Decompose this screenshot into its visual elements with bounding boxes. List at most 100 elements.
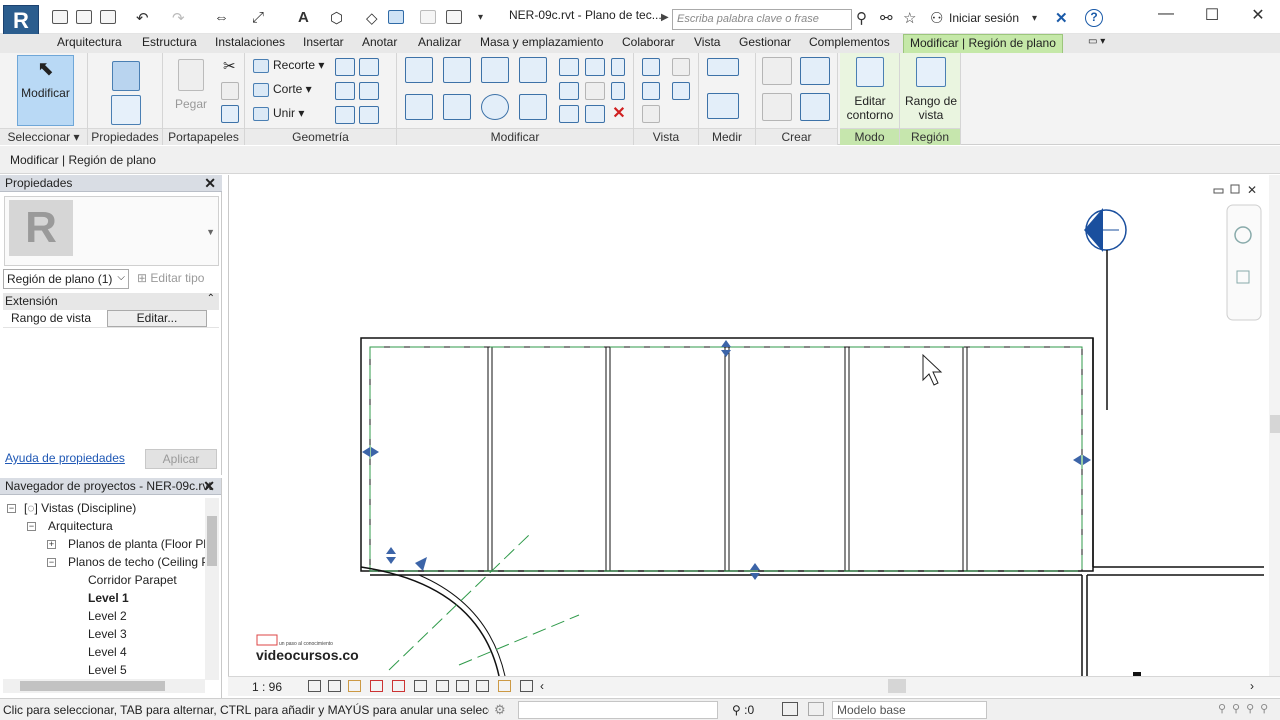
type-dropdown-icon[interactable]: ▼ <box>206 227 215 237</box>
properties-help-link[interactable]: Ayuda de propiedades <box>5 451 125 465</box>
redo-icon[interactable]: ↷ <box>172 9 185 27</box>
type-selector[interactable]: R ▼ <box>4 196 219 266</box>
tree-item-ceiling-plans[interactable]: Planos de techo (Ceiling P <box>68 555 209 569</box>
editable-only-icon[interactable] <box>782 702 798 716</box>
measure-distance-icon[interactable] <box>707 58 739 76</box>
rotate-icon[interactable] <box>481 94 509 120</box>
canvas-horizontal-thumb[interactable] <box>888 679 906 693</box>
corte-button[interactable]: Corte ▾ <box>253 82 312 97</box>
close-browser-icon[interactable]: ✕ <box>203 478 215 495</box>
tab-instalaciones[interactable]: Instalaciones <box>215 34 285 53</box>
align-icon[interactable] <box>405 57 433 83</box>
undo-icon[interactable]: ↶ <box>136 9 149 27</box>
crop-view-icon[interactable] <box>392 680 405 692</box>
drawing-canvas[interactable]: un paso al conocimiento videocursos.co ✕ <box>228 175 1280 677</box>
signin-dropdown-icon[interactable]: ▾ <box>1032 13 1037 24</box>
cut-icon[interactable]: ✂ <box>223 57 236 75</box>
hammer-icon[interactable] <box>359 106 379 124</box>
mirror-axis-icon[interactable] <box>481 57 509 83</box>
exchange-icon[interactable]: ✕ <box>1055 9 1068 27</box>
unpin-icon[interactable] <box>611 82 625 100</box>
show-crop-icon[interactable] <box>414 680 427 692</box>
highlight-displacement-icon[interactable] <box>520 680 533 692</box>
design-options-icon[interactable] <box>808 702 824 716</box>
sync-icon[interactable] <box>100 10 116 24</box>
rango-vista-button[interactable]: Rango de vista <box>903 55 959 125</box>
create-similar-icon[interactable] <box>800 93 830 121</box>
workset-select[interactable] <box>518 701 718 719</box>
search-input[interactable]: Escriba palabra clave o frase <box>672 9 852 30</box>
extend-icon[interactable] <box>585 105 605 123</box>
offset-icon[interactable] <box>443 57 471 83</box>
delete-icon[interactable]: ✕ <box>609 105 629 123</box>
tab-modificar-region[interactable]: Modificar | Región de plano <box>903 34 1063 53</box>
text-icon[interactable]: A <box>298 9 309 26</box>
worksharing-icon[interactable] <box>476 680 489 692</box>
tree-item-level-2[interactable]: Level 2 <box>88 609 127 623</box>
trim-icon[interactable] <box>519 94 547 120</box>
array-icon[interactable] <box>559 82 579 100</box>
scroll-right-icon[interactable]: › <box>1250 679 1254 693</box>
worksets-icon[interactable]: ⚙ <box>494 702 506 718</box>
maximize-icon[interactable]: ☐ <box>1197 5 1227 25</box>
create-parts-icon[interactable] <box>800 57 830 85</box>
override-icon[interactable] <box>672 58 690 76</box>
scale-icon[interactable] <box>585 82 605 100</box>
seleccionar-label[interactable]: Seleccionar ▾ <box>0 128 87 145</box>
mirror-draw-icon[interactable] <box>519 57 547 83</box>
apply-button[interactable]: Aplicar <box>145 449 217 469</box>
editar-contorno-button[interactable]: Editar contorno <box>844 55 896 125</box>
switch-windows-icon[interactable] <box>446 10 462 24</box>
measure-icon[interactable]: ⇔ <box>214 9 229 26</box>
reveal-hidden-icon[interactable] <box>456 680 469 692</box>
paint-icon[interactable] <box>359 58 379 76</box>
section-extension[interactable]: Extensión ⌃ <box>3 293 219 310</box>
binoculars-icon[interactable]: ⚲ <box>856 9 867 27</box>
wall-joins-icon[interactable] <box>335 82 355 100</box>
beam-icon[interactable] <box>335 106 355 124</box>
tree-item-level-4[interactable]: Level 4 <box>88 645 127 659</box>
selection-toggles[interactable]: ⚲⚲⚲⚲ <box>1218 702 1274 715</box>
temporary-hide-icon[interactable] <box>436 680 449 692</box>
collapse-arquitectura-icon[interactable]: − <box>27 522 36 531</box>
star-icon[interactable]: ☆ <box>903 9 916 27</box>
eraser-icon[interactable] <box>642 105 660 123</box>
tab-insertar[interactable]: Insertar <box>303 34 344 53</box>
modificar-button[interactable]: ⬉ Modificar <box>17 55 74 126</box>
dimension-icon[interactable]: ⤢ <box>252 9 264 26</box>
match-properties-icon[interactable] <box>221 105 239 123</box>
create-group-icon[interactable] <box>762 93 792 121</box>
tree-item-floor-plans[interactable]: Planos de planta (Floor Pl <box>68 537 206 551</box>
line-style-icon[interactable] <box>672 82 690 100</box>
close-properties-icon[interactable]: ✕ <box>204 175 216 192</box>
scroll-left-icon[interactable]: ‹ <box>540 679 544 693</box>
customize-qat-icon[interactable]: ▾ <box>478 12 483 23</box>
ribbon-minimize-icon[interactable]: ▭ ▾ <box>1088 34 1105 53</box>
hide-icon[interactable] <box>642 58 660 76</box>
tab-masa[interactable]: Masa y emplazamiento <box>480 34 603 53</box>
sun-path-icon[interactable] <box>348 680 361 692</box>
collapse-ceiling-plans-icon[interactable]: − <box>47 558 56 567</box>
section-icon[interactable]: ◇ <box>366 9 378 27</box>
unir-button[interactable]: Unir ▾ <box>253 106 304 121</box>
save-icon[interactable] <box>76 10 92 24</box>
move-icon[interactable] <box>405 94 433 120</box>
search-expand-icon[interactable]: ▶ <box>661 12 669 23</box>
tree-item-arquitectura[interactable]: Arquitectura <box>48 519 113 533</box>
view-range-edit-button[interactable]: Editar... <box>107 310 207 327</box>
copy-element-icon[interactable] <box>443 94 471 120</box>
paste-button[interactable]: Pegar <box>171 55 211 125</box>
close-icon[interactable]: ✕ <box>1243 5 1273 25</box>
visual-style-icon[interactable] <box>328 680 341 692</box>
demolish-icon[interactable] <box>359 82 379 100</box>
split-icon[interactable] <box>559 58 579 76</box>
design-option-select[interactable]: Modelo base <box>832 701 987 719</box>
instance-filter-select[interactable]: Región de plano (1) ⌵ <box>3 269 129 289</box>
tab-vista[interactable]: Vista <box>694 34 720 53</box>
view-scale[interactable]: 1 : 96 <box>252 680 282 694</box>
collapse-views-icon[interactable]: − <box>7 504 16 513</box>
tab-analizar[interactable]: Analizar <box>418 34 461 53</box>
signin-button[interactable]: Iniciar sesión <box>949 11 1019 25</box>
trim-multiple-icon[interactable] <box>559 105 579 123</box>
browser-horizontal-thumb[interactable] <box>20 681 165 691</box>
